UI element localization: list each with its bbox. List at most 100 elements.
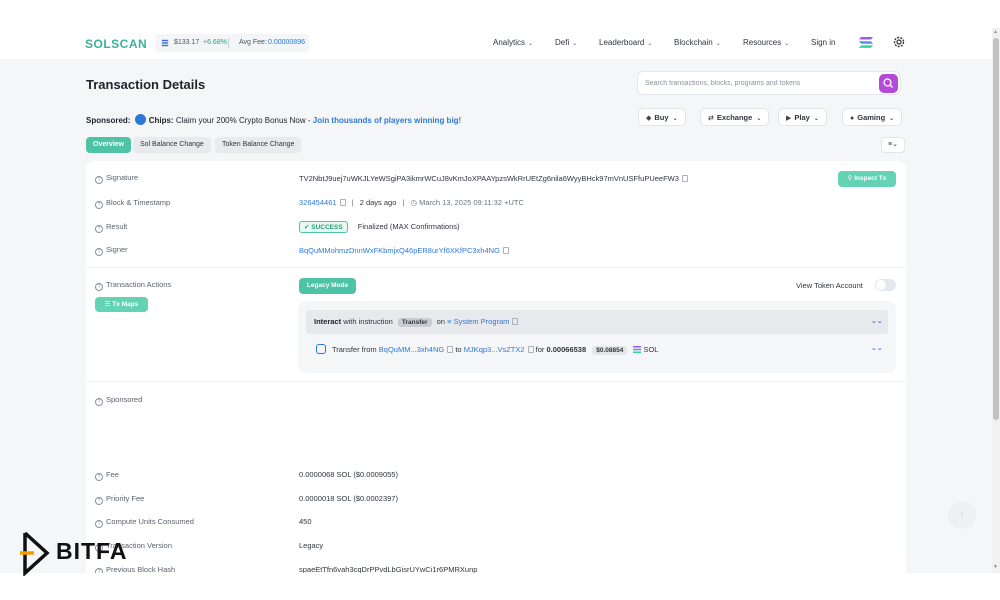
scroll-to-top-button[interactable]: ↑ xyxy=(948,501,976,529)
divider: | xyxy=(351,198,354,207)
solana-network-icon[interactable] xyxy=(858,36,874,49)
divider: | xyxy=(402,198,405,207)
nav-defi[interactable]: Defi ⌄ xyxy=(555,38,577,47)
token-symbol: SOL xyxy=(643,345,659,354)
avg-fee-value: 0.00000896 xyxy=(268,39,305,46)
search-button[interactable] xyxy=(879,74,898,93)
nav-analytics-label: Analytics xyxy=(493,38,526,47)
relative-time: 2 days ago xyxy=(359,198,397,207)
inspect-tx-label: Inspect Tx xyxy=(854,175,887,182)
scroll-up-icon[interactable]: ▲ xyxy=(993,29,998,35)
sponsored-label: ? Sponsored xyxy=(95,395,142,406)
legacy-mode-button[interactable]: Legacy Mode xyxy=(299,278,356,294)
tx-maps-label: Tx Maps xyxy=(112,301,139,308)
transfer-row: Transfer from BqQuMM...3xh4NG to MJKqp3.… xyxy=(316,344,658,355)
result-label: ? Result xyxy=(95,222,127,233)
copy-icon[interactable] xyxy=(527,346,534,353)
expand-chevron-icon[interactable]: ⌄⌄ xyxy=(871,344,883,352)
solscan-logo[interactable]: SOLSCAN xyxy=(85,37,147,51)
block-timestamp-label-text: Block & Timestamp xyxy=(106,198,171,207)
copy-icon[interactable] xyxy=(502,247,509,254)
exchange-icon: ⇄ xyxy=(708,115,714,122)
compute-units-label: ? Compute Units Consumed xyxy=(95,517,194,528)
bitfa-logo-icon xyxy=(20,531,50,577)
view-token-account-label: View Token Account xyxy=(796,281,863,290)
nav-leaderboard[interactable]: Leaderboard ⌄ xyxy=(599,38,652,47)
buy-label: Buy xyxy=(654,113,669,122)
signature-label: ? Signature xyxy=(95,173,138,184)
play-icon: ▶ xyxy=(786,115,792,122)
exchange-button[interactable]: ⇄ Exchange ⌄ xyxy=(700,108,770,126)
block-link[interactable]: 326454461 xyxy=(299,198,337,207)
finality-text: Finalized (MAX Confirmations) xyxy=(357,222,460,231)
signer-value: BqQuMMohmzDnnWxFKbmjxQ46pER8urYf6XKfPC3x… xyxy=(299,246,509,255)
bottom-bar xyxy=(0,573,1000,600)
signer-label-text: Signer xyxy=(106,245,128,254)
scroll-down-icon[interactable]: ▼ xyxy=(993,564,998,570)
nav-defi-label: Defi xyxy=(555,38,570,47)
chevron-down-icon: ⌄ xyxy=(784,41,790,47)
signer-label: ? Signer xyxy=(95,245,128,256)
search-box xyxy=(637,71,901,95)
tab-token-balance-change[interactable]: Token Balance Change xyxy=(215,137,302,153)
signature-text: TV2NbtJ9uej7uWKJLYeWSgiPA3ikmrWCuJ8vKmJo… xyxy=(299,174,679,183)
instruction-text: Interact with instruction Transfer on ≡ … xyxy=(314,317,519,327)
tab-sol-balance-change[interactable]: Sol Balance Change xyxy=(133,137,211,153)
view-token-account-toggle[interactable] xyxy=(875,279,896,291)
block-timestamp-label: ? Block & Timestamp xyxy=(95,198,170,209)
to-address-link[interactable]: MJKqp3...VsZTX2 xyxy=(464,345,525,354)
scrollbar-thumb[interactable] xyxy=(993,38,999,420)
exchange-label: Exchange xyxy=(716,113,753,122)
result-value: ✔ SUCCESS Finalized (MAX Confirmations) xyxy=(299,221,460,233)
compute-units-value: 450 xyxy=(299,517,312,526)
priority-fee-value: 0.0000018 SOL ($0.0002397) xyxy=(299,494,398,503)
sponsor-text: Claim your 200% Crypto Bonus Now - xyxy=(175,116,311,125)
block-timestamp-value: 326454461 | 2 days ago | ◷ March 13, 202… xyxy=(299,198,524,207)
bitfa-watermark: BITFA xyxy=(20,530,160,577)
copy-icon[interactable] xyxy=(339,199,346,206)
nav-resources[interactable]: Resources ⌄ xyxy=(743,38,789,47)
nav-resources-label: Resources xyxy=(743,38,782,47)
list-view-toggle[interactable]: ≡⌄ xyxy=(881,137,905,153)
gaming-button[interactable]: ● Gaming ⌄ xyxy=(842,108,903,126)
arrow-up-icon: ↑ xyxy=(959,510,965,520)
page-scrollbar[interactable]: ▲ ▼ xyxy=(992,28,1000,573)
gear-icon[interactable] xyxy=(892,35,906,49)
program-link[interactable]: System Program xyxy=(454,317,510,326)
play-button[interactable]: ▶ Play ⌄ xyxy=(778,108,827,126)
transfer-icon xyxy=(316,344,326,354)
help-icon: ? xyxy=(95,225,103,233)
sign-in-link[interactable]: Sign in xyxy=(811,38,835,47)
chevron-down-icon: ⌄ xyxy=(889,116,895,122)
help-icon: ? xyxy=(95,283,103,291)
inspect-tx-button[interactable]: ⚲ Inspect Tx xyxy=(838,171,896,187)
instruction-on: on xyxy=(436,317,445,326)
copy-icon[interactable] xyxy=(447,346,454,353)
transaction-actions-box: Interact with instruction Transfer on ≡ … xyxy=(298,301,896,373)
nav-analytics[interactable]: Analytics ⌄ xyxy=(493,38,533,47)
status-badge: ✔ SUCCESS xyxy=(299,221,348,233)
signature-label-text: Signature xyxy=(106,173,139,182)
chevron-down-icon: ⌄ xyxy=(813,116,819,122)
tx-maps-button[interactable]: ☰ Tx Maps xyxy=(95,297,148,312)
help-icon: ? xyxy=(95,473,103,481)
section-divider xyxy=(86,381,906,382)
copy-icon[interactable] xyxy=(512,318,519,325)
for-label: for xyxy=(535,345,545,354)
sponsor-link[interactable]: Join thousands of players winning big! xyxy=(313,116,461,125)
tab-overview[interactable]: Overview xyxy=(86,137,132,153)
search-input[interactable] xyxy=(645,77,875,90)
copy-icon[interactable] xyxy=(681,175,688,182)
usd-value-badge: $0.08854 xyxy=(592,346,628,355)
to-label: to xyxy=(455,345,462,354)
chevron-down-icon: ⌄ xyxy=(672,116,678,122)
transfer-amount: 0.00066538 xyxy=(546,345,587,354)
signer-link[interactable]: BqQuMMohmzDnnWxFKbmjxQ46pER8urYf6XKfPC3x… xyxy=(299,246,500,255)
chevron-down-icon: ⌄ xyxy=(715,41,721,47)
instruction-row[interactable]: Interact with instruction Transfer on ≡ … xyxy=(306,310,888,334)
expand-chevron-icon[interactable]: ⌄⌄ xyxy=(871,317,883,325)
transaction-actions-label: ? Transaction Actions xyxy=(95,280,171,291)
buy-button[interactable]: ◆ Buy ⌄ xyxy=(638,108,686,126)
from-address-link[interactable]: BqQuMM...3xh4NG xyxy=(379,345,444,354)
nav-blockchain[interactable]: Blockchain ⌄ xyxy=(674,38,721,47)
